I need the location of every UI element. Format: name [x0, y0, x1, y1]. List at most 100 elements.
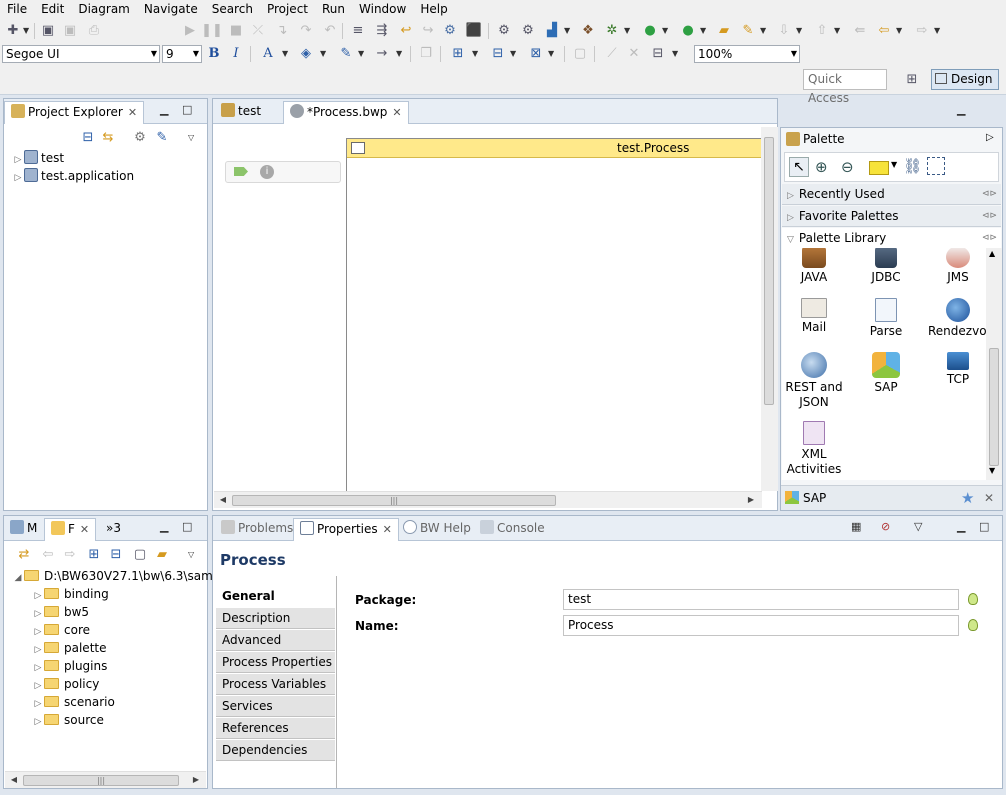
drawer-favorite-palettes[interactable]: ▷ Favorite Palettes ⊲⊳ — [782, 206, 1001, 227]
file-explorer-horizontal-scrollbar[interactable]: ◀ ||| ▶ — [5, 771, 206, 788]
font-family-select[interactable]: Segoe UI ▼ — [2, 45, 160, 63]
zoom-select[interactable]: 100% ▼ — [694, 45, 800, 63]
info-icon[interactable]: i — [260, 165, 274, 179]
back-icon[interactable]: ⇦ — [876, 23, 892, 39]
debug-dropdown-icon[interactable]: ▼ — [624, 23, 632, 39]
menu-help[interactable]: Help — [413, 0, 454, 19]
tab-problems[interactable]: Problems — [215, 518, 299, 541]
note-dropdown-icon[interactable]: ▼ — [891, 160, 897, 169]
auto-size-icon[interactable]: ▢ — [572, 46, 588, 62]
module-icon[interactable]: ⚙ — [442, 23, 458, 39]
debug-icon[interactable]: ✲ — [604, 23, 620, 39]
palette-item-parse[interactable]: Parse — [856, 298, 916, 339]
minimize-icon[interactable]: ▁ — [957, 103, 965, 117]
frame-icon[interactable]: ▢ — [132, 547, 148, 563]
tree-item-test-application[interactable]: ▷ test.application — [12, 167, 134, 185]
expand-icon[interactable]: ▷ — [32, 713, 44, 731]
category-dependencies[interactable]: Dependencies — [216, 740, 335, 761]
arrange-dropdown-icon[interactable]: ▼ — [510, 46, 518, 62]
palette-scroll-thumb[interactable] — [989, 348, 999, 466]
scroll-down-icon[interactable]: ▼ — [989, 466, 995, 475]
note-tool-icon[interactable] — [869, 161, 889, 175]
align-icon[interactable]: ⇶ — [374, 23, 390, 39]
step-return-icon[interactable]: ↶ — [322, 23, 338, 39]
layout-icon[interactable]: ≡ — [350, 23, 366, 39]
sync-icon[interactable]: ⇄ — [16, 547, 32, 563]
menu-run[interactable]: Run — [315, 0, 352, 19]
save-icon[interactable]: ▣ — [40, 23, 56, 39]
file-explorer-horizontal-thumb[interactable]: ||| — [23, 775, 179, 786]
package-field[interactable]: test — [563, 589, 959, 610]
minimize-icon[interactable]: ▁ — [957, 520, 965, 534]
filter-icon[interactable]: ⚙ — [132, 130, 148, 146]
view-menu-icon[interactable]: ▽ — [914, 520, 922, 534]
italic-button[interactable]: I — [228, 46, 244, 62]
unroute-icon[interactable]: ✕ — [626, 46, 642, 62]
line-color-dropdown-icon[interactable]: ▼ — [358, 46, 366, 62]
pen-icon[interactable]: ✎ — [740, 23, 756, 39]
chart-dropdown-icon[interactable]: ▼ — [564, 23, 572, 39]
step-over-icon[interactable]: ↷ — [298, 23, 314, 39]
palette-item-tcp[interactable]: TCP — [928, 352, 986, 387]
tab-project-explorer[interactable]: Project Explorer ✕ — [4, 101, 145, 124]
tree-item-folder[interactable]: ▷ core — [32, 621, 90, 639]
category-advanced[interactable]: Advanced — [216, 630, 335, 651]
tab-process-bwp[interactable]: *Process.bwp ✕ — [283, 101, 409, 124]
arrow-style-icon[interactable]: → — [374, 46, 390, 62]
disconnect-icon[interactable]: ⤫ — [250, 23, 266, 39]
tab-overflow[interactable]: »3 — [100, 518, 127, 541]
tab-console[interactable]: Console — [474, 518, 551, 541]
maximize-icon[interactable]: □ — [182, 520, 192, 534]
gear-icon[interactable]: ⚙ — [520, 23, 536, 39]
collapse-icon[interactable]: ◢ — [12, 569, 24, 587]
pen-dropdown-icon[interactable]: ▼ — [760, 23, 768, 39]
tree-item-folder[interactable]: ▷ plugins — [32, 657, 108, 675]
close-icon[interactable]: ✕ — [128, 106, 137, 119]
prev-annotation-dropdown-icon[interactable]: ▼ — [834, 23, 842, 39]
maximize-icon[interactable]: □ — [182, 103, 192, 117]
new-dropdown-icon[interactable]: ▼ — [23, 23, 31, 39]
forward-icon[interactable]: ⇨ — [914, 23, 930, 39]
expand-icon[interactable]: ▷ — [12, 169, 24, 187]
link-tool-icon[interactable]: ⛓ — [903, 157, 922, 175]
copy-appearance-icon[interactable]: ❐ — [418, 46, 434, 62]
palette-expand-icon[interactable]: ▷ — [986, 132, 994, 143]
package-hint-bulb-icon[interactable] — [968, 593, 978, 605]
maximize-icon[interactable]: □ — [979, 520, 989, 534]
tree-item-root[interactable]: ◢ D:\BW630V27.1\bw\6.3\samp — [12, 567, 221, 587]
expand-all-icon[interactable]: ⊞ — [86, 547, 102, 563]
font-color-button[interactable]: A — [260, 46, 276, 62]
menu-navigate[interactable]: Navigate — [137, 0, 205, 19]
favorite-star-icon[interactable]: ★ — [961, 489, 974, 507]
tree-item-folder[interactable]: ▷ bw5 — [32, 603, 90, 621]
scroll-right-icon[interactable]: ▶ — [189, 772, 203, 788]
save-all-icon[interactable]: ▣ — [62, 23, 78, 39]
pin-icon[interactable]: ⊲⊳ — [982, 228, 997, 248]
drawer-palette-library[interactable]: ▽ Palette Library ⊲⊳ — [782, 228, 1001, 249]
next-annotation-dropdown-icon[interactable]: ▼ — [796, 23, 804, 39]
tab-properties[interactable]: Properties ✕ — [293, 518, 399, 541]
deploy-icon[interactable]: ⬛ — [466, 23, 482, 39]
category-services[interactable]: Services — [216, 696, 335, 717]
scroll-left-icon[interactable]: ◀ — [216, 492, 230, 508]
scroll-right-icon[interactable]: ▶ — [744, 492, 758, 508]
tree-item-test[interactable]: ▷ test — [12, 149, 64, 167]
run-icon[interactable]: ● — [642, 23, 658, 39]
category-process-variables[interactable]: Process Variables — [216, 674, 335, 695]
route-icon[interactable]: ⟋ — [604, 46, 620, 62]
bold-button[interactable]: B — [206, 46, 222, 62]
fill-color-dropdown-icon[interactable]: ▼ — [320, 46, 328, 62]
select-tool-icon[interactable]: ↖ — [789, 157, 809, 177]
palette-item-sap[interactable]: SAP — [856, 352, 916, 395]
print-icon[interactable]: ⎙ — [86, 23, 102, 39]
chart-icon[interactable]: ▟ — [544, 23, 560, 39]
design-perspective-button[interactable]: Design — [931, 69, 999, 90]
menu-project[interactable]: Project — [260, 0, 315, 19]
category-process-properties[interactable]: Process Properties — [216, 652, 335, 673]
back-icon[interactable]: ⇦ — [40, 547, 56, 563]
new-window-icon[interactable]: ▦ — [851, 520, 861, 534]
editor-horizontal-scrollbar[interactable]: ◀ ||| ▶ — [214, 491, 762, 508]
terminate-icon[interactable]: ■ — [228, 23, 244, 39]
font-color-dropdown-icon[interactable]: ▼ — [282, 46, 290, 62]
redo-link-icon[interactable]: ↪ — [420, 23, 436, 39]
